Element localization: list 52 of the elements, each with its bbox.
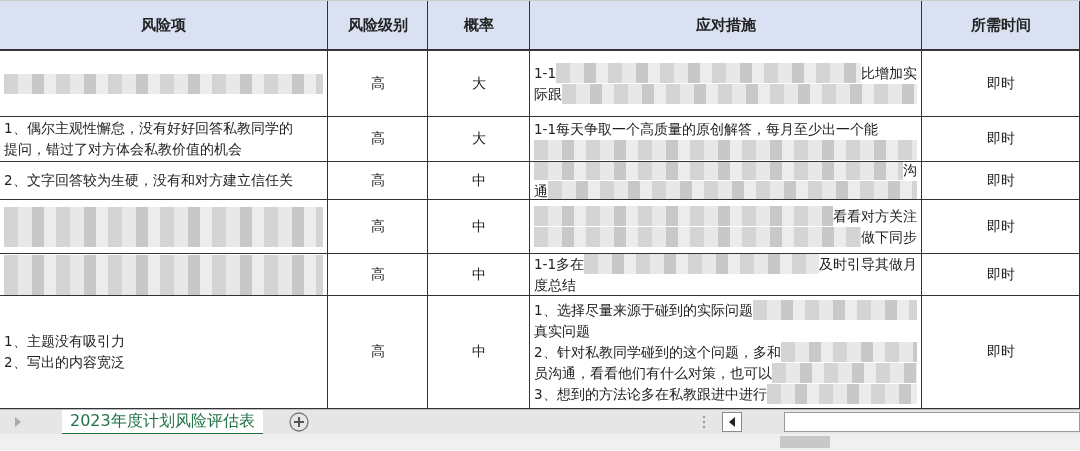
table-cell: 即时: [986, 171, 1015, 190]
cell-text: 沟: [903, 162, 917, 180]
column-header: 概率: [428, 1, 530, 51]
scroll-left-button[interactable]: [722, 412, 742, 432]
table-cell: 中: [471, 217, 486, 236]
scroll-right-icon[interactable]: [14, 417, 22, 427]
cell-text: 1-1多在: [534, 254, 585, 274]
cell-text: 做下同步: [861, 227, 917, 247]
cell-text: 1-1: [534, 63, 557, 83]
table-cell: 高: [370, 171, 385, 190]
column-header: 风险项: [0, 1, 328, 51]
column-header: 应对措施: [530, 1, 922, 51]
cell-text: 2、写出的内容宽泛: [4, 353, 125, 372]
cell-text: 提问，错过了对方体会私教价值的机会: [4, 140, 242, 159]
table-cell: 大: [471, 130, 486, 148]
table-cell: 中: [471, 171, 486, 190]
cell-text: 2、文字回答较为生硬，没有和对方建立信任关: [4, 171, 293, 190]
cell-text: 看看对方关注: [833, 206, 917, 226]
table-cell: 高: [370, 217, 385, 236]
table-cell: 即时: [986, 130, 1015, 148]
horizontal-scrollbar[interactable]: [784, 412, 1080, 432]
table-cell: 大: [471, 74, 486, 93]
table-cell: 中: [471, 343, 486, 361]
table-cell: 高: [370, 265, 385, 284]
cell-text: 1、主题没有吸引力: [4, 332, 125, 351]
cell-text: 比增加实: [861, 63, 917, 83]
add-sheet-icon[interactable]: [288, 412, 309, 432]
sheet-tab[interactable]: 2023年度计划风险评估表: [62, 409, 263, 435]
cell-text: 真实问题: [534, 321, 590, 341]
table-cell: 即时: [986, 265, 1015, 284]
cell-text: 际跟: [534, 84, 562, 104]
scrollbar-thumb[interactable]: [780, 436, 830, 448]
cell-text: 3、想到的方法论多在私教跟进中进行: [534, 384, 767, 404]
table-cell: 中: [471, 265, 486, 284]
table-cell: 高: [370, 130, 385, 148]
table-cell: 高: [370, 343, 385, 361]
cell-text: 1、偶尔主观性懈怠，没有好好回答私教同学的: [4, 119, 293, 138]
column-header: 所需时间: [922, 1, 1080, 51]
cell-text: 及时引导其做月: [819, 254, 917, 274]
cell-text: 通: [534, 181, 548, 199]
cell-text: 1、选择尽量来源于碰到的实际问题: [534, 300, 753, 320]
cell-text: 员沟通，看看他们有什么对策，也可以: [534, 363, 772, 383]
table-cell: 高: [370, 74, 385, 93]
table-cell: 即时: [986, 217, 1015, 236]
cell-text: 度总结: [534, 275, 576, 295]
caret-left-icon: [729, 417, 735, 427]
cell-text: 1-1每天争取一个高质量的原创解答，每月至少出一个能: [534, 119, 879, 139]
cell-text: 2、针对私教同学碰到的这个问题，多和: [534, 342, 781, 362]
splitter-handle-icon[interactable]: [702, 415, 706, 429]
table-cell: 即时: [986, 343, 1015, 361]
column-header: 风险级别: [328, 1, 428, 51]
table-cell: 即时: [986, 74, 1015, 93]
